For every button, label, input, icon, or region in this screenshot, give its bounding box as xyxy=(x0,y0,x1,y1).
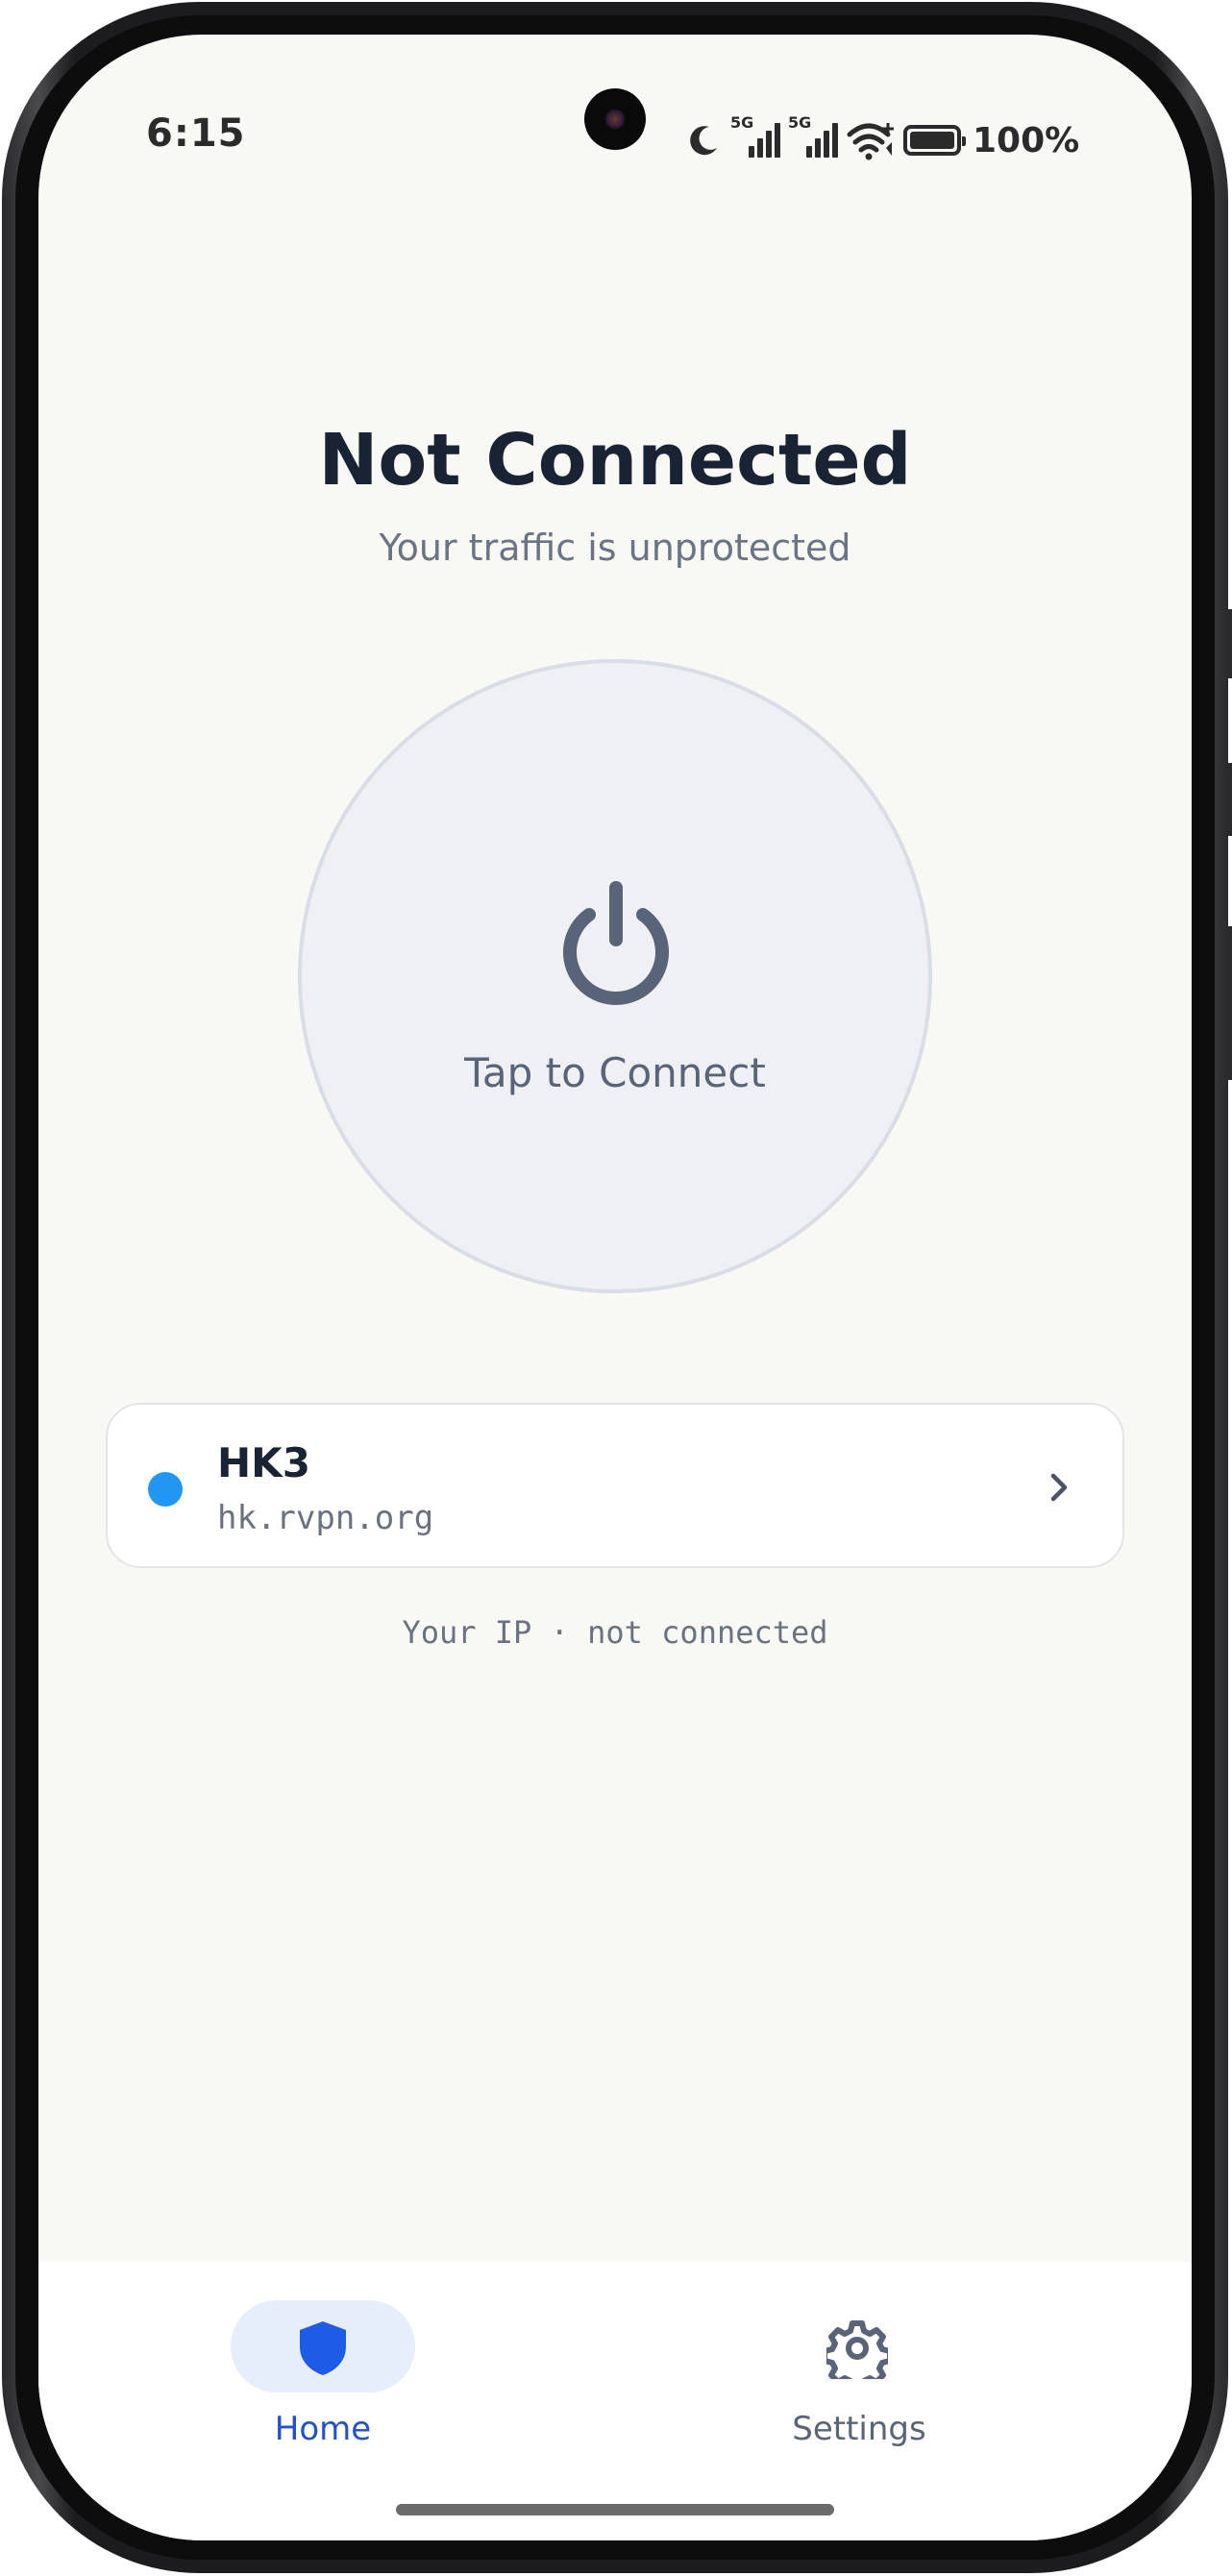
status-bar: 6:15 5G 5G 100% xyxy=(38,35,1192,198)
server-name: HK3 xyxy=(217,1439,310,1486)
action-button xyxy=(1224,609,1232,678)
phone-frame: 6:15 5G 5G 100% Not Connected Your traff… xyxy=(2,2,1232,2573)
server-host: hk.rvpn.org xyxy=(217,1499,434,1537)
nav-label-settings: Settings xyxy=(792,2410,926,2448)
signal-icon: 5G xyxy=(788,113,838,161)
server-status-dot xyxy=(148,1472,183,1507)
power-icon xyxy=(563,881,669,1005)
bottom-navigation: Home Settings xyxy=(38,2262,1192,2540)
ip-status-text: Your IP · not connected xyxy=(402,1614,828,1651)
status-icons: 5G 5G 100% xyxy=(684,113,1080,161)
battery-percent: 100% xyxy=(973,120,1080,160)
connect-button[interactable]: Tap to Connect xyxy=(298,659,932,1293)
moon-icon xyxy=(690,126,717,156)
app-screen: 6:15 5G 5G 100% Not Connected Your traff… xyxy=(38,35,1192,2540)
shield-icon xyxy=(300,2321,346,2375)
battery-icon xyxy=(903,125,966,156)
gear-icon xyxy=(826,2320,888,2379)
wifi-icon xyxy=(847,123,894,160)
chevron-right-icon xyxy=(1050,1473,1068,1502)
front-camera xyxy=(584,88,646,150)
connection-status-title: Not Connected xyxy=(318,419,912,502)
nav-item-settings[interactable]: Settings xyxy=(773,2262,946,2454)
home-indicator xyxy=(396,2504,834,2515)
server-selector-card[interactable]: HK3 hk.rvpn.org xyxy=(106,1403,1124,1568)
connection-status-subtitle: Your traffic is unprotected xyxy=(379,527,851,569)
nav-item-home[interactable]: Home xyxy=(227,2262,419,2454)
power-side-button xyxy=(1224,926,1232,1080)
volume-up-button xyxy=(1224,763,1232,836)
signal-icon: 5G xyxy=(730,113,780,161)
battery-fill xyxy=(910,132,954,149)
nav-label-home: Home xyxy=(274,2410,372,2448)
status-time: 6:15 xyxy=(146,111,246,156)
connect-label: Tap to Connect xyxy=(464,1049,766,1096)
